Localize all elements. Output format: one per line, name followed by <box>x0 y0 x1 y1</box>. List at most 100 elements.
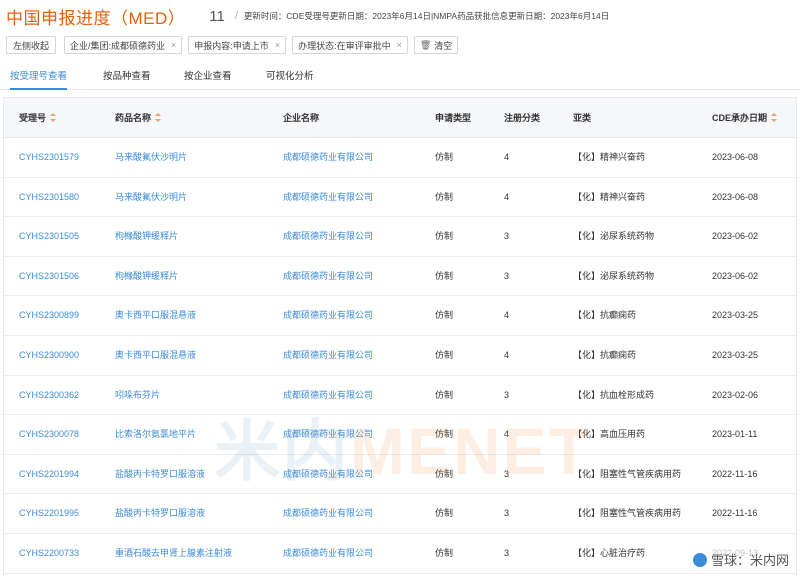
cell-company[interactable]: 成都硕德药业有限公司 <box>283 494 373 533</box>
cell-company[interactable]: 成都硕德药业有限公司 <box>283 296 373 335</box>
cell-drug-name[interactable]: 枸橼酸钾缓释片 <box>115 217 178 256</box>
collapse-sidebar-button[interactable]: 左侧收起 <box>6 36 57 54</box>
cell-acceptance-number[interactable]: CYHS2301579 <box>19 138 79 177</box>
trash-icon: 🗑 <box>419 39 432 50</box>
tab-visual-analysis[interactable]: 可视化分析 <box>266 66 314 90</box>
cell-application-type: 仿制 <box>435 270 454 281</box>
column-header-cde-date[interactable]: CDE承办日期 <box>712 98 778 138</box>
cell-subclass: 【化】阻塞性气管疾病用药 <box>573 508 682 519</box>
column-header-company: 企业名称 <box>283 113 320 123</box>
cell-acceptance-number[interactable]: CYHS2201994 <box>19 455 79 494</box>
column-header-acceptance-number[interactable]: 受理号 <box>19 98 57 138</box>
sort-icon[interactable] <box>50 113 57 123</box>
cell-drug-name[interactable]: 吲哚布芬片 <box>115 376 160 415</box>
column-header-registration-class: 注册分类 <box>504 113 541 123</box>
table-row: CYHS2300899 奥卡西平口服混悬液 成都硕德药业有限公司 仿制 4 【化】抗癫痫药… <box>4 296 796 336</box>
cell-registration-class: 4 <box>504 191 510 202</box>
filter-chip-label: 企业/集团:成都硕德药业 <box>70 40 166 51</box>
cell-application-type: 仿制 <box>435 429 454 440</box>
page-header: 中国申报进度（MED） 11 / 更新时间：CDE受理号更新日期：2023年6月… <box>6 4 609 28</box>
table-row: CYHS2301506 枸橼酸钾缓释片 成都硕德药业有限公司 仿制 3 【化】泌尿系统药物… <box>4 257 796 297</box>
page-title: 中国申报进度（MED） <box>6 8 186 28</box>
tab-by-company[interactable]: 按企业查看 <box>184 66 232 90</box>
result-count: 11 <box>209 7 225 25</box>
cell-drug-name[interactable]: 马来酸氟伏沙明片 <box>115 178 187 217</box>
cell-company[interactable]: 成都硕德药业有限公司 <box>283 336 373 375</box>
column-header-subclass: 亚类 <box>573 113 592 123</box>
cell-cde-date: 2022-11-16 <box>712 468 758 479</box>
cell-subclass: 【化】抗癫痫药 <box>573 310 637 321</box>
cell-company[interactable]: 成都硕德药业有限公司 <box>283 257 373 296</box>
update-info: 更新时间：CDE受理号更新日期：2023年6月14日|NMPA药品获批信息更新日… <box>243 11 610 21</box>
cell-subclass: 【化】抗血栓形成药 <box>573 389 655 400</box>
cell-registration-class: 4 <box>504 349 510 360</box>
close-icon[interactable]: × <box>171 40 176 50</box>
cell-company[interactable]: 成都硕德药业有限公司 <box>283 376 373 415</box>
cell-application-type: 仿制 <box>435 349 454 360</box>
cell-acceptance-number[interactable]: CYHS2200733 <box>19 534 79 573</box>
table-row: CYHS2201994 盐酸丙卡特罗口服溶液 成都硕德药业有限公司 仿制 3 【化】阻塞性… <box>4 455 796 495</box>
cell-application-type: 仿制 <box>435 468 454 479</box>
cell-drug-name[interactable]: 奥卡西平口服混悬液 <box>115 296 196 335</box>
cell-drug-name[interactable]: 马来酸氟伏沙明片 <box>115 138 187 177</box>
cell-company[interactable]: 成都硕德药业有限公司 <box>283 217 373 256</box>
cell-company[interactable]: 成都硕德药业有限公司 <box>283 455 373 494</box>
cell-drug-name[interactable]: 枸橼酸钾缓释片 <box>115 257 178 296</box>
cell-drug-name[interactable]: 重酒石酸去甲肾上腺素注射液 <box>115 534 232 573</box>
cell-cde-date: 2023-01-11 <box>712 429 758 440</box>
clear-filters-button[interactable]: 🗑 清空 <box>413 36 459 54</box>
cell-drug-name[interactable]: 比索洛尔氨氯地平片 <box>115 415 196 454</box>
cell-drug-name[interactable]: 盐酸丙卡特罗口服溶液 <box>115 494 205 533</box>
column-header-drug-name[interactable]: 药品名称 <box>115 98 162 138</box>
filter-chip-content[interactable]: 申报内容:申请上市 × <box>188 36 287 54</box>
close-icon[interactable]: × <box>397 40 402 50</box>
cell-acceptance-number[interactable]: CYHS2301506 <box>19 257 79 296</box>
cell-cde-date: 2023-03-25 <box>712 310 759 321</box>
cell-acceptance-number[interactable]: CYHS2201995 <box>19 494 79 533</box>
table-row: CYHS2300078 比索洛尔氨氯地平片 成都硕德药业有限公司 仿制 4 【化】高血压用… <box>4 415 796 455</box>
cell-acceptance-number[interactable]: CYHS2300899 <box>19 296 79 335</box>
cell-acceptance-number[interactable]: CYHS2301580 <box>19 178 79 217</box>
cell-subclass: 【化】心脏治疗药 <box>573 547 646 558</box>
cell-registration-class: 3 <box>504 270 510 281</box>
table-header: 受理号 药品名称 企业名称 申请类型 注册分类 亚类 CDE承办日期 <box>4 98 796 138</box>
sort-icon[interactable] <box>155 113 162 123</box>
cell-acceptance-number[interactable]: CYHS2300078 <box>19 415 79 454</box>
cell-company[interactable]: 成都硕德药业有限公司 <box>283 178 373 217</box>
close-icon[interactable]: × <box>275 40 280 50</box>
cell-drug-name[interactable]: 奥卡西平口服混悬液 <box>115 336 196 375</box>
cell-drug-name[interactable]: 盐酸丙卡特罗口服溶液 <box>115 455 205 494</box>
sort-icon[interactable] <box>771 113 778 123</box>
cell-registration-class: 3 <box>504 508 510 519</box>
table-row: CYHS2301505 枸橼酸钾缓释片 成都硕德药业有限公司 仿制 3 【化】泌尿系统药物… <box>4 217 796 257</box>
cell-registration-class: 3 <box>504 547 510 558</box>
filter-bar: 左侧收起 企业/集团:成都硕德药业 × 申报内容:申请上市 × 办理状态:在审评… <box>6 36 464 54</box>
cell-cde-date: 2022-11-16 <box>712 508 758 519</box>
cell-company[interactable]: 成都硕德药业有限公司 <box>283 415 373 454</box>
view-tabs: 按受理号查看 按品种查看 按企业查看 可视化分析 <box>0 66 800 90</box>
cell-application-type: 仿制 <box>435 389 454 400</box>
cell-cde-date: 2023-06-08 <box>712 152 759 162</box>
cell-cde-date: 2023-06-08 <box>712 191 759 202</box>
tab-by-product[interactable]: 按品种查看 <box>103 66 151 90</box>
cell-acceptance-number[interactable]: CYHS2300362 <box>19 376 79 415</box>
cell-registration-class: 3 <box>504 468 510 479</box>
cell-subclass: 【化】精神兴奋药 <box>573 191 646 202</box>
cell-company[interactable]: 成都硕德药业有限公司 <box>283 534 373 573</box>
tab-by-acceptance-number[interactable]: 按受理号查看 <box>10 66 68 90</box>
table-row: CYHS2301579 马来酸氟伏沙明片 成都硕德药业有限公司 仿制 4 【化】精神兴奋药… <box>4 138 796 178</box>
cell-subclass: 【化】精神兴奋药 <box>573 152 646 162</box>
cell-cde-date: 2023-06-02 <box>712 270 759 281</box>
cell-acceptance-number[interactable]: CYHS2301505 <box>19 217 79 256</box>
cell-registration-class: 3 <box>504 231 510 242</box>
table-row: CYHS2300900 奥卡西平口服混悬液 成都硕德药业有限公司 仿制 4 【化】抗癫痫药… <box>4 336 796 376</box>
cell-registration-class: 4 <box>504 152 510 162</box>
cell-company[interactable]: 成都硕德药业有限公司 <box>283 138 373 177</box>
cell-registration-class: 4 <box>504 310 510 321</box>
cell-application-type: 仿制 <box>435 191 454 202</box>
filter-chip-company[interactable]: 企业/集团:成都硕德药业 × <box>64 36 183 54</box>
cell-cde-date: 2023-06-02 <box>712 231 759 242</box>
clear-label: 清空 <box>434 40 453 51</box>
filter-chip-status[interactable]: 办理状态:在审评审批中 × <box>292 36 408 54</box>
cell-acceptance-number[interactable]: CYHS2300900 <box>19 336 79 375</box>
